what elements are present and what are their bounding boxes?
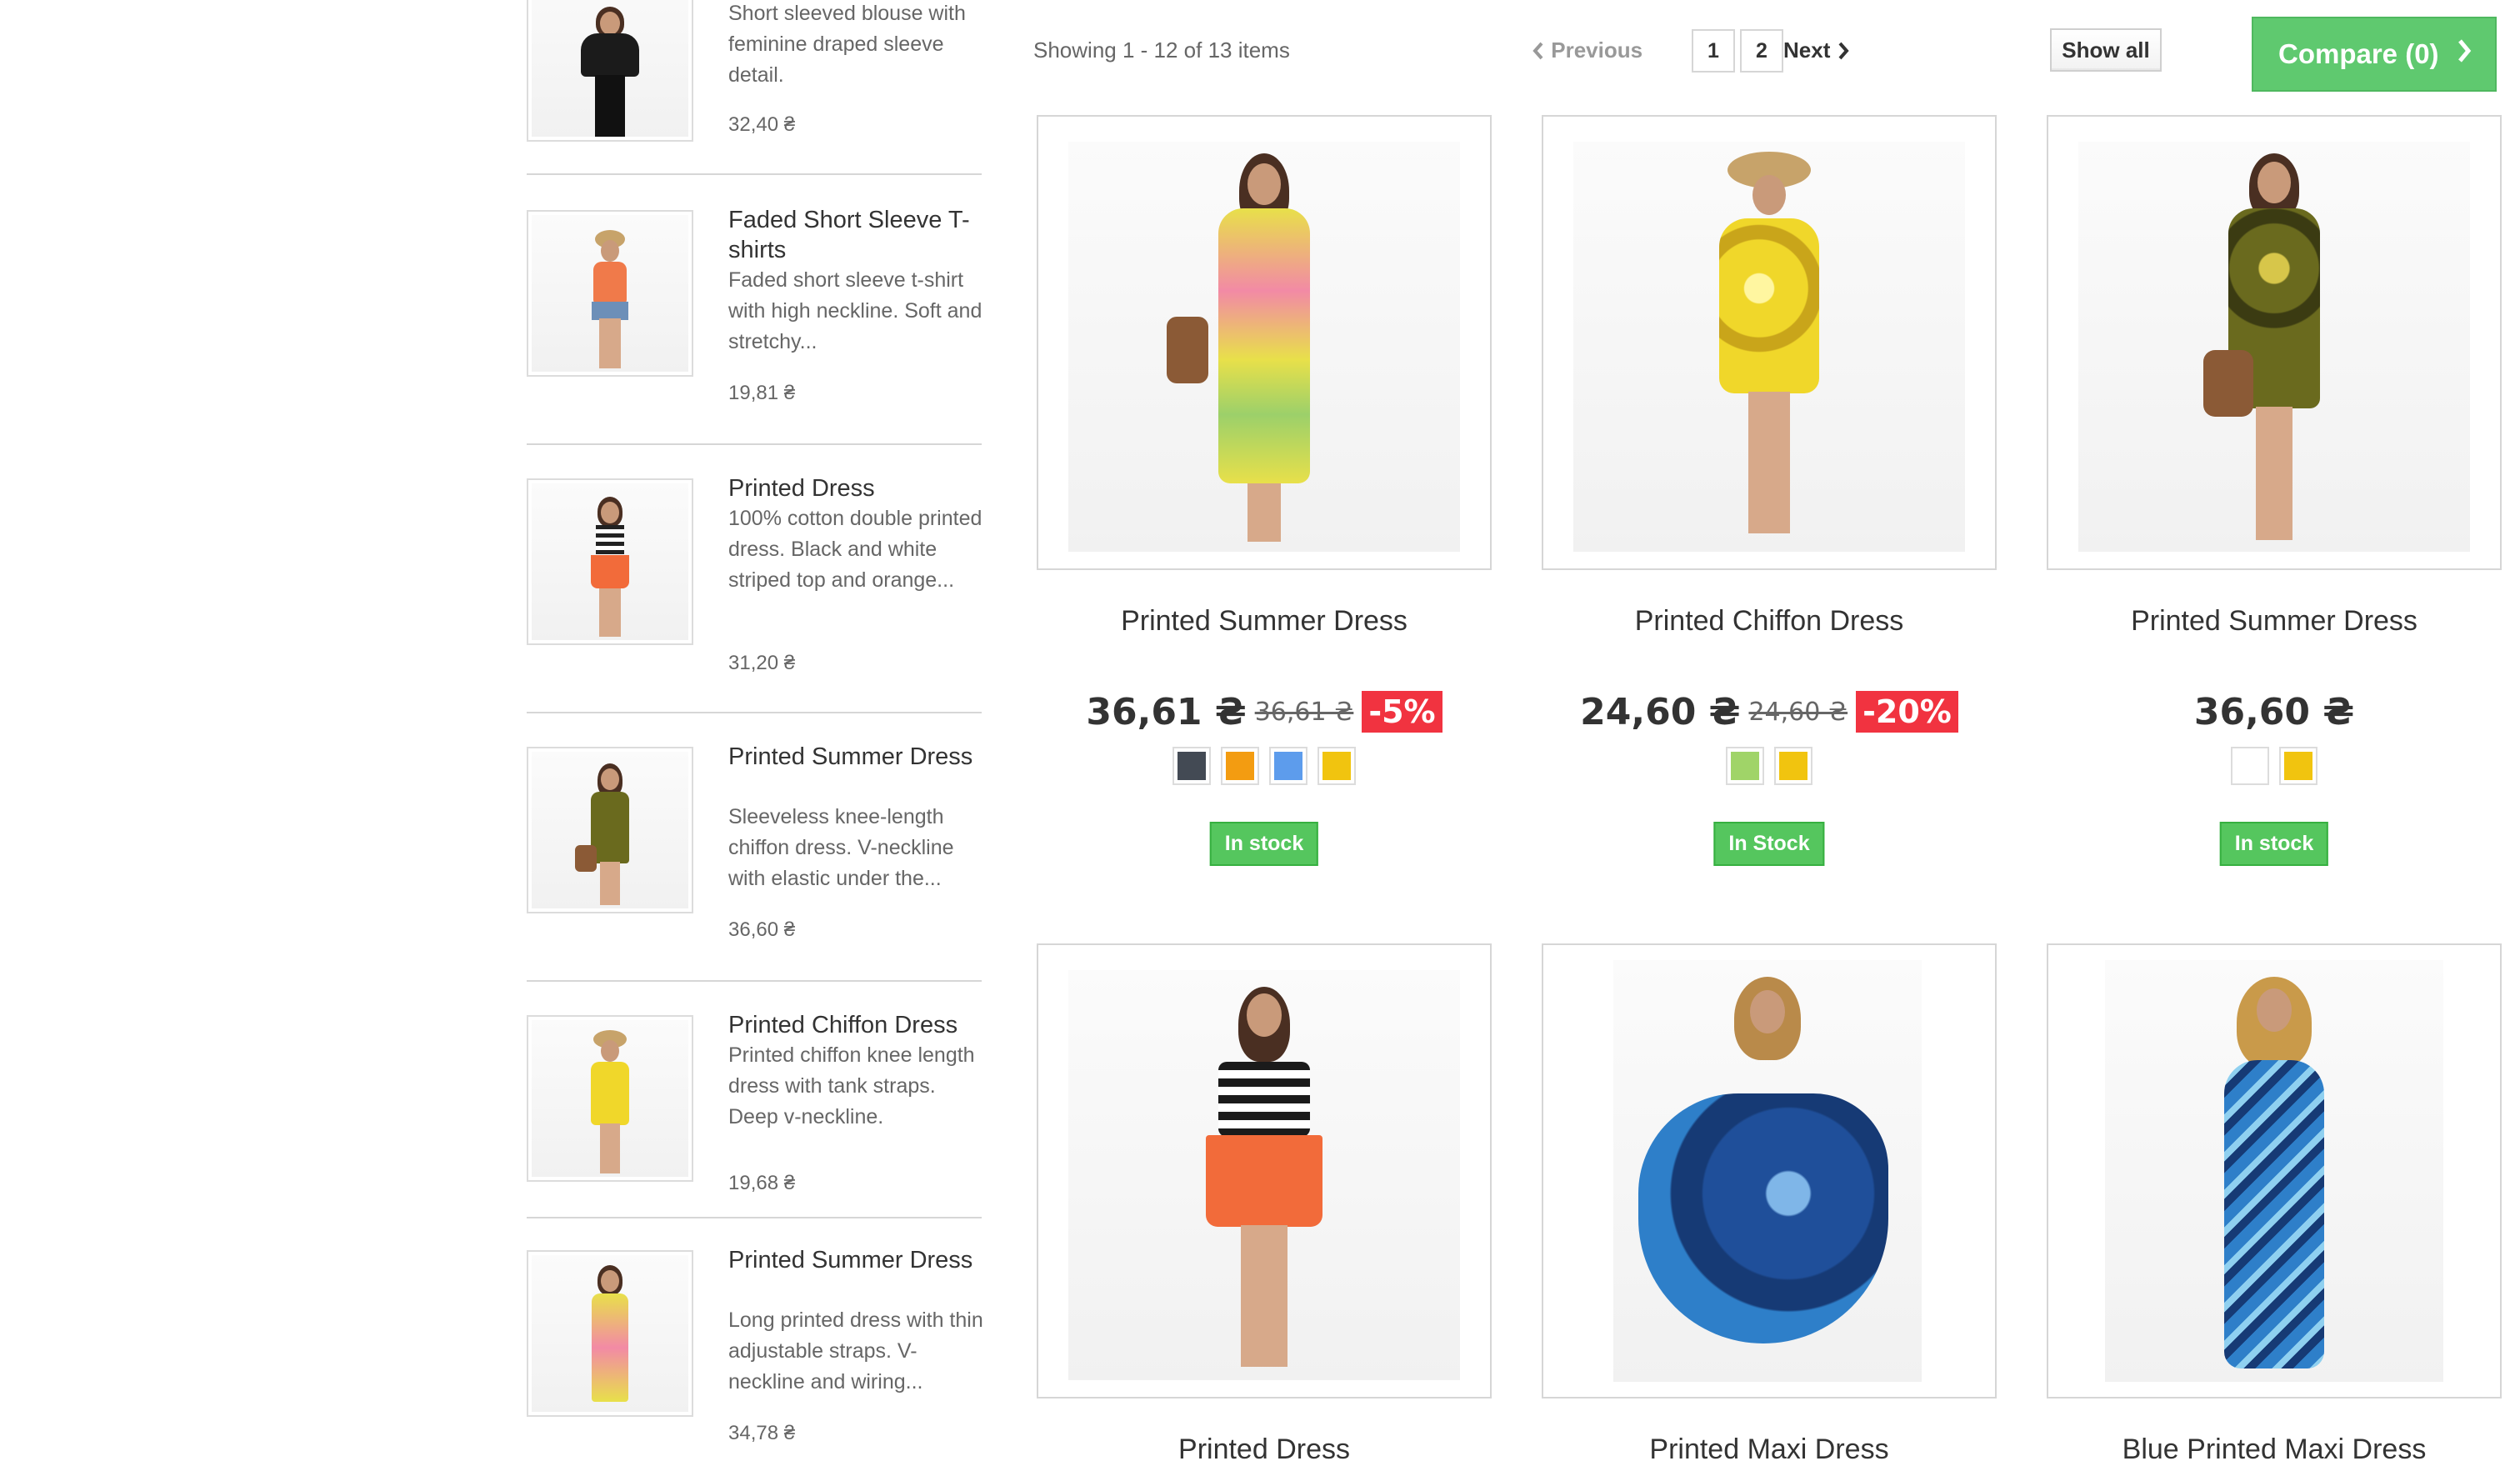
sidebar-product-price: 19,68 ₴ (728, 1172, 796, 1194)
sidebar-product-desc: Long printed dress with thin adjustable … (728, 1308, 983, 1393)
product-image (1068, 142, 1460, 552)
pagination-page-1[interactable]: 1 (1692, 29, 1735, 73)
product-title[interactable]: Printed Maxi Dress (1542, 1433, 1997, 1466)
product-image (532, 1255, 688, 1412)
sidebar-product-desc: 100% cotton double printed dress. Black … (728, 507, 982, 592)
sidebar-product-thumb[interactable] (527, 1250, 693, 1417)
divider (527, 980, 982, 982)
old-price: 36,61 ₴ (1254, 697, 1354, 727)
color-swatch[interactable] (1318, 747, 1356, 785)
show-all-button[interactable]: Show all (2050, 28, 2162, 72)
pagination-page-2[interactable]: 2 (1740, 29, 1783, 73)
sidebar-product-price: 32,40 ₴ (728, 113, 796, 136)
color-swatch[interactable] (1172, 747, 1211, 785)
sidebar-product-thumb[interactable] (527, 1015, 693, 1182)
color-swatches (1037, 747, 1492, 785)
sidebar-product-price: 36,60 ₴ (728, 918, 796, 941)
product-image (1573, 142, 1965, 552)
divider (527, 443, 982, 445)
color-swatch[interactable] (1221, 747, 1259, 785)
product-image-frame[interactable] (1542, 115, 1997, 570)
pagination-previous-label: Previous (1551, 38, 1643, 63)
sidebar-product-desc: Short sleeved blouse with feminine drape… (728, 2, 966, 87)
product-image-frame[interactable] (1037, 115, 1492, 570)
product-image (2105, 960, 2443, 1382)
product-image-frame[interactable] (1037, 943, 1492, 1398)
product-title[interactable]: Printed Dress (1037, 1433, 1492, 1466)
sidebar-product-desc: Sleeveless knee-length chiffon dress. V-… (728, 805, 954, 890)
product-title[interactable]: Printed Summer Dress (2047, 605, 2502, 638)
divider (527, 173, 982, 175)
product-image (1613, 960, 1922, 1382)
sidebar-product-title[interactable]: Printed Summer Dress (728, 742, 978, 772)
stock-badge: In stock (2219, 822, 2329, 866)
product-price: 36,61 ₴ (1086, 690, 1247, 733)
price-row: 36,60 ₴ (2047, 688, 2502, 735)
product-image (532, 215, 688, 372)
sidebar-product-thumb[interactable] (527, 210, 693, 377)
color-swatch[interactable] (2231, 747, 2269, 785)
price-row: 36,61 ₴ 36,61 ₴ -5% (1037, 688, 1492, 735)
color-swatch[interactable] (1726, 747, 1764, 785)
product-image (1068, 970, 1460, 1380)
sidebar-product-price: 31,20 ₴ (728, 652, 796, 674)
product-image (532, 483, 688, 640)
color-swatches (1542, 747, 1997, 785)
chevron-right-icon (2456, 38, 2472, 70)
color-swatch[interactable] (1269, 747, 1308, 785)
old-price: 24,60 ₴ (1748, 697, 1848, 727)
product-price: 24,60 ₴ (1580, 690, 1741, 733)
product-image-frame[interactable] (2047, 943, 2502, 1398)
product-count: Showing 1 - 12 of 13 items (1033, 38, 1290, 63)
sidebar-product-title[interactable]: Printed Summer Dress (728, 1245, 978, 1275)
sidebar-product-title[interactable]: Printed Dress (728, 473, 978, 503)
product-title[interactable]: Blue Printed Maxi Dress (2047, 1433, 2502, 1466)
compare-label: Compare (0) (2278, 38, 2439, 69)
product-title[interactable]: Printed Summer Dress (1037, 605, 1492, 638)
chevron-left-icon (1532, 38, 1551, 63)
sidebar-product-desc: Printed chiffon knee length dress with t… (728, 1043, 975, 1128)
product-image (532, 0, 688, 137)
sidebar-product-thumb[interactable] (527, 747, 693, 913)
price-row: 24,60 ₴ 24,60 ₴ -20% (1542, 688, 1997, 735)
divider (527, 712, 982, 713)
sidebar-product-title[interactable]: Faded Short Sleeve T-shirts (728, 205, 978, 265)
pagination-previous[interactable]: Previous (1532, 38, 1642, 63)
discount-badge: -20% (1856, 691, 1958, 733)
product-image-frame[interactable] (1542, 943, 1997, 1398)
discount-badge: -5% (1362, 691, 1442, 733)
stock-badge: In stock (1209, 822, 1319, 866)
sidebar-product-thumb[interactable] (527, 478, 693, 645)
product-price: 36,60 ₴ (2193, 690, 2355, 733)
pagination-next[interactable]: Next (1783, 38, 1850, 63)
sidebar-product-thumb[interactable] (527, 0, 693, 142)
sidebar-product-price: 19,81 ₴ (728, 382, 796, 404)
chevron-right-icon (1837, 38, 1850, 63)
product-title[interactable]: Printed Chiffon Dress (1542, 605, 1997, 638)
compare-button[interactable]: Compare (0) (2252, 17, 2497, 92)
color-swatches (2047, 747, 2502, 785)
pagination-next-label: Next (1783, 38, 1831, 63)
product-image-frame[interactable] (2047, 115, 2502, 570)
product-image (2078, 142, 2470, 552)
stock-badge: In Stock (1713, 822, 1825, 866)
color-swatch[interactable] (1774, 747, 1812, 785)
divider (527, 1217, 982, 1218)
product-image (532, 752, 688, 908)
product-image (532, 1020, 688, 1177)
sidebar-product-desc: Faded short sleeve t-shirt with high nec… (728, 268, 982, 353)
color-swatch[interactable] (2279, 747, 2318, 785)
sidebar-product-title[interactable]: Printed Chiffon Dress (728, 1010, 978, 1040)
